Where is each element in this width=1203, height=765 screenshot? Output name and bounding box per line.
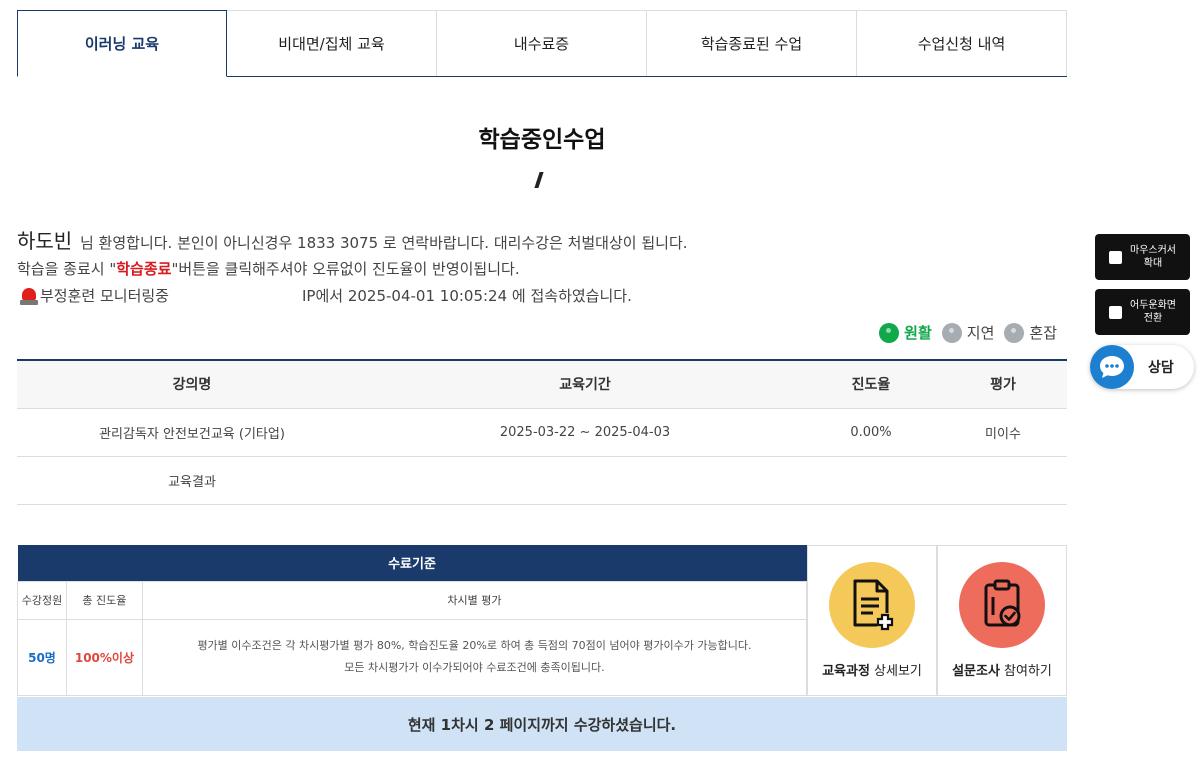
evaluation-description: 평가별 이수조건은 각 차시평가별 평가 80%, 학습진도율 20%로 하여 … <box>141 618 808 696</box>
chat-consult-button[interactable]: 상담 <box>1090 345 1194 389</box>
document-plus-icon <box>829 562 915 648</box>
survey-button[interactable]: 설문조사 참여하기 <box>937 545 1067 696</box>
cursor-zoom-label: 마우스커서 확대 <box>1130 245 1176 269</box>
column-header: 수강정원 <box>17 580 67 620</box>
chat-label: 상담 <box>1148 360 1174 376</box>
gray-dot-icon <box>941 322 962 343</box>
tab-bar: 이러닝 교육 비대면/집체 교육 내수료증 학습종료된 수업 수업신청 내역 <box>17 10 1067 77</box>
table-row: 교육결과 <box>17 456 1067 505</box>
status-smooth: 원활 <box>879 322 932 343</box>
notice-text-after: "버튼을 클릭해주셔야 오류없이 진도율이 반영이됩니다. <box>171 260 520 278</box>
column-header: 교육기간 <box>367 360 803 409</box>
connection-status-legend: 원활 지연 혼잡 <box>879 322 1057 343</box>
completion-criteria-table: 수료기준 수강정원 총 진도율 차시별 평가 50명 100%이상 평가별 이수… <box>17 545 808 696</box>
status-smooth-label: 원활 <box>904 324 932 342</box>
exit-notice: 학습을 종료시 "학습종료"버튼을 클릭해주셔야 오류없이 진도율이 반영이됩니… <box>17 258 520 279</box>
column-header: 평가 <box>939 360 1067 409</box>
green-dot-icon <box>879 322 900 343</box>
clipboard-check-icon <box>959 562 1045 648</box>
table-row: 관리감독자 안전보건교육 (기타업) 2025-03-22 ~ 2025-04-… <box>17 408 1067 457</box>
monitoring-label: 부정훈련 모니터링중 <box>40 287 169 305</box>
course-progress: 0.00% <box>803 408 939 457</box>
status-busy: 혼잡 <box>1004 322 1057 343</box>
course-name[interactable]: 관리감독자 안전보건교육 (기타업) <box>17 408 367 457</box>
tab-offline-education[interactable]: 비대면/집체 교육 <box>227 10 437 76</box>
tab-my-certificates[interactable]: 내수료증 <box>437 10 647 76</box>
welcome-message: 하도빈 님 환영합니다. 본인이 아니신경우 1833 3075 로 연락바랍니… <box>17 225 688 254</box>
survey-label: 설문조사 참여하기 <box>952 664 1052 679</box>
checkbox-icon <box>1109 305 1122 319</box>
criteria-description-line: 모든 차시평가가 이수가되어야 수료조건에 충족이됩니다. <box>344 661 605 674</box>
total-progress-value: 100%이상 <box>65 618 143 696</box>
title-divider-mark <box>534 172 544 188</box>
column-header: 강의명 <box>17 360 367 409</box>
page-title: 학습중인수업 <box>478 127 606 153</box>
welcome-text: 님 환영합니다. 본인이 아니신경우 1833 3075 로 연락바랍니다. 대… <box>79 234 688 252</box>
course-table: 강의명 교육기간 진도율 평가 관리감독자 안전보건교육 (기타업) 2025-… <box>17 359 1067 505</box>
cursor-zoom-toggle[interactable]: 마우스커서 확대 <box>1095 234 1190 280</box>
notice-highlight: 학습종료 <box>116 260 172 278</box>
status-delay-label: 지연 <box>966 324 995 342</box>
dark-mode-label: 어두운화면 전환 <box>1130 300 1176 324</box>
table-header-row: 강의명 교육기간 진도율 평가 <box>17 360 1067 409</box>
course-detail-label: 교육과정 상세보기 <box>822 664 922 679</box>
course-evaluation: 미이수 <box>939 408 1067 457</box>
user-name: 하도빈 <box>17 229 73 253</box>
checkbox-icon <box>1109 250 1122 264</box>
status-delay: 지연 <box>941 322 995 343</box>
dark-mode-toggle[interactable]: 어두운화면 전환 <box>1095 289 1190 335</box>
criteria-title: 수료기준 <box>17 545 807 581</box>
gray-dot-icon <box>1004 322 1025 343</box>
column-header: 총 진도율 <box>65 580 143 620</box>
notice-text-before: 학습을 종료시 " <box>17 260 117 278</box>
tab-application-history[interactable]: 수업신청 내역 <box>857 10 1067 76</box>
siren-icon <box>20 286 38 306</box>
tab-elearning[interactable]: 이러닝 교육 <box>17 10 227 77</box>
column-header: 차시별 평가 <box>141 580 808 620</box>
ip-access-info: IP에서 2025-04-01 10:05:24 에 접속하였습니다. <box>302 287 632 305</box>
monitoring-status: 부정훈련 모니터링중 <box>20 285 169 306</box>
chat-bubble-icon <box>1090 345 1134 389</box>
column-header: 진도율 <box>803 360 939 409</box>
progress-banner: 현재 1차시 2 페이지까지 수강하셨습니다. <box>17 697 1067 751</box>
capacity-value: 50명 <box>17 618 67 696</box>
education-result-link[interactable]: 교육결과 <box>17 456 367 505</box>
tab-completed-classes[interactable]: 학습종료된 수업 <box>647 10 857 76</box>
criteria-description-line: 평가별 이수조건은 각 차시평가별 평가 80%, 학습진도율 20%로 하여 … <box>197 638 752 652</box>
status-busy-label: 혼잡 <box>1029 324 1057 342</box>
course-period: 2025-03-22 ~ 2025-04-03 <box>367 408 803 457</box>
course-detail-button[interactable]: 교육과정 상세보기 <box>807 545 937 696</box>
